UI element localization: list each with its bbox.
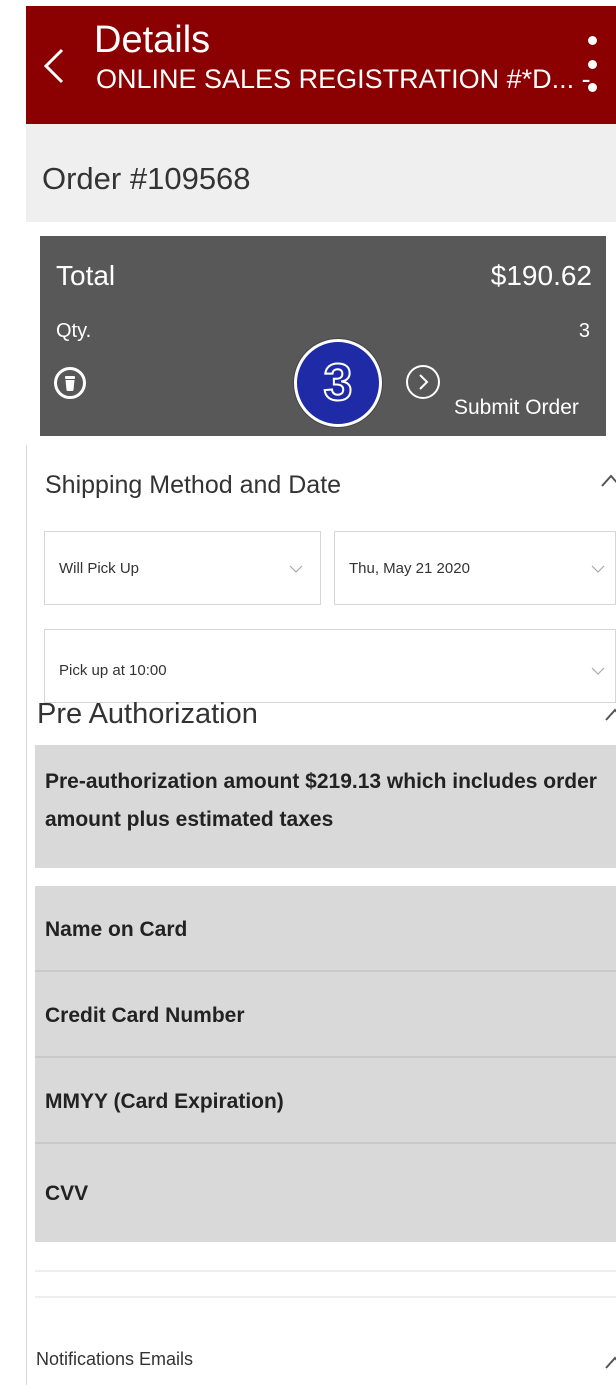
chevron-up-icon[interactable]	[604, 704, 616, 726]
total-value: $190.62	[490, 260, 592, 291]
chevron-down-icon	[289, 565, 303, 573]
cvv-field[interactable]: CVV	[35, 1144, 616, 1242]
preauth-message-box: Pre-authorization amount $219.13 which i…	[35, 745, 616, 868]
shipping-date-select[interactable]: Thu, May 21 2020	[334, 531, 616, 605]
trash-icon[interactable]	[54, 367, 86, 399]
kebab-menu-icon[interactable]	[580, 36, 604, 92]
shipping-date-value: Thu, May 21 2020	[349, 560, 470, 577]
order-bar: Order #109568	[26, 124, 616, 222]
card-expiration-label: MMYY (Card Expiration)	[45, 1090, 284, 1113]
credit-card-number-field[interactable]: Credit Card Number	[35, 972, 616, 1058]
card-expiration-field[interactable]: MMYY (Card Expiration)	[35, 1058, 616, 1144]
name-on-card-label: Name on Card	[45, 918, 188, 941]
chevron-left-icon[interactable]	[38, 46, 68, 86]
step-badge-number: 3	[323, 354, 354, 412]
submit-order-button[interactable]: Submit Order	[454, 396, 579, 420]
chevron-right-circle-icon[interactable]	[406, 365, 440, 399]
divider	[35, 1296, 616, 1298]
qty-value: 3	[578, 320, 590, 342]
page-subtitle: ONLINE SALES REGISTRATION #*D... -	[96, 64, 591, 94]
name-on-card-field[interactable]: Name on Card	[35, 886, 616, 972]
pickup-time-select[interactable]: Pick up at 10:00	[44, 629, 616, 703]
total-label: Total	[56, 260, 116, 291]
divider	[35, 1270, 616, 1272]
page-title: Details	[94, 19, 211, 61]
credit-card-number-label: Credit Card Number	[45, 1004, 245, 1027]
order-number: Order #109568	[42, 161, 251, 196]
pickup-time-value: Pick up at 10:00	[59, 662, 167, 679]
app-header: Details ONLINE SALES REGISTRATION #*D...…	[26, 6, 616, 124]
left-border-line	[26, 445, 27, 1385]
chevron-up-icon[interactable]	[604, 1352, 616, 1374]
chevron-down-icon	[591, 565, 605, 573]
chevron-up-icon[interactable]	[600, 470, 616, 492]
order-summary-card: Total $190.62 Qty. 3 3 Submit Order	[40, 236, 606, 436]
chevron-down-icon	[591, 667, 605, 675]
shipping-section-title: Shipping Method and Date	[45, 471, 342, 499]
cvv-label: CVV	[45, 1182, 89, 1205]
qty-label: Qty.	[56, 320, 92, 342]
shipping-method-value: Will Pick Up	[59, 560, 140, 577]
step-badge: 3	[294, 339, 382, 427]
preauth-message: Pre-authorization amount $219.13 which i…	[45, 770, 597, 831]
notifications-section-title: Notifications Emails	[36, 1349, 194, 1369]
shipping-method-select[interactable]: Will Pick Up	[44, 531, 321, 605]
preauth-section-title: Pre Authorization	[37, 698, 258, 730]
